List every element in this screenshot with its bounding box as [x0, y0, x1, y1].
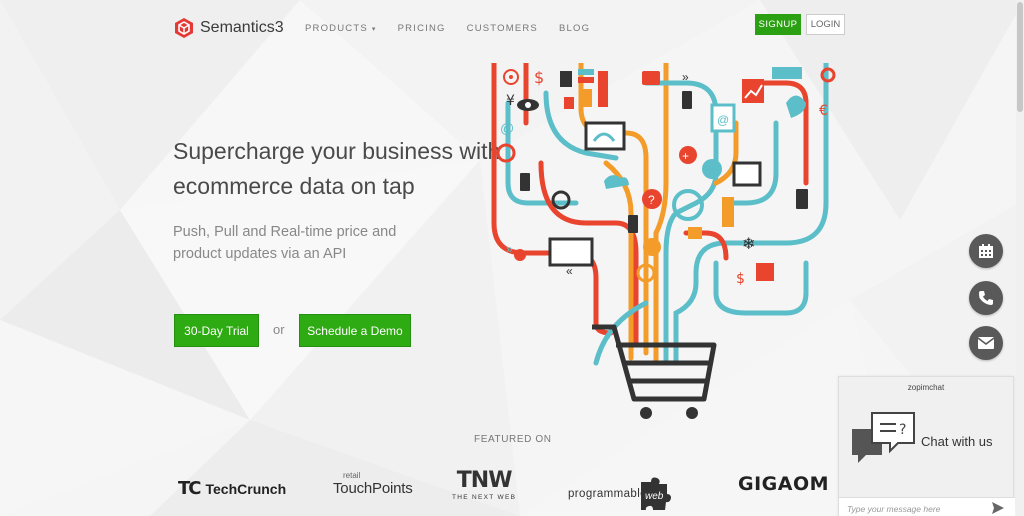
- svg-text:?: ?: [648, 193, 655, 207]
- tnw-sub: THE NEXT WEB: [452, 494, 517, 501]
- featured-label: FEATURED ON: [474, 434, 552, 445]
- mail-button[interactable]: [969, 326, 1003, 360]
- svg-text:?: ?: [899, 422, 906, 438]
- chat-message-input[interactable]: Type your message here: [839, 497, 1015, 516]
- svg-text:@: @: [500, 120, 514, 136]
- tnw-logo[interactable]: TNW THE NEXT WEB: [452, 468, 517, 502]
- techcrunch-word: TechCrunch: [205, 480, 287, 497]
- calendar-button[interactable]: [969, 234, 1003, 268]
- techcrunch-mark: TC: [178, 478, 201, 499]
- trial-button[interactable]: 30-Day Trial: [174, 314, 259, 347]
- phone-button[interactable]: [969, 281, 1003, 315]
- hero-title: Supercharge your business with ecommerce…: [173, 138, 501, 199]
- scrollbar-thumb[interactable]: [1017, 2, 1023, 112]
- signup-button[interactable]: SIGNUP: [755, 14, 801, 35]
- tnw-word: TNW: [456, 468, 513, 493]
- svg-text:«: «: [566, 264, 573, 278]
- puzzle-piece-icon: web: [640, 477, 671, 510]
- techcrunch-logo[interactable]: TC TechCrunch: [178, 478, 286, 499]
- or-separator: or: [273, 322, 285, 337]
- svg-text:€: €: [819, 103, 828, 119]
- nav-customers[interactable]: CUSTOMERS: [467, 23, 538, 34]
- svg-text:web: web: [645, 491, 664, 502]
- phone-icon: [979, 291, 993, 305]
- login-button[interactable]: LOGIN: [806, 14, 845, 35]
- svg-text:»: »: [506, 242, 513, 256]
- nav-products-label: PRODUCTS: [305, 23, 368, 34]
- programmableweb-word: programmable: [568, 488, 647, 500]
- chat-widget[interactable]: zopimchat ? Chat with us Type your messa…: [838, 376, 1015, 516]
- send-icon[interactable]: [992, 502, 1004, 514]
- nav-links: PRODUCTS ▾ PRICING CUSTOMERS BLOG: [305, 23, 611, 34]
- hero-subtitle: Push, Pull and Real-time price and produ…: [173, 224, 397, 262]
- svg-text:@: @: [717, 113, 729, 127]
- chat-label: Chat with us: [921, 434, 993, 449]
- gigaom-logo[interactable]: GIGAOM: [738, 473, 829, 495]
- data-funnel-illustration: $ » ¥ € @ + ? ❄ $ @ » «: [491, 63, 836, 419]
- nav-products[interactable]: PRODUCTS ▾: [305, 23, 377, 34]
- programmableweb-logo[interactable]: programmable web: [568, 476, 671, 512]
- calendar-icon: [979, 244, 993, 258]
- schedule-demo-button[interactable]: Schedule a Demo: [299, 314, 411, 347]
- svg-text:$: $: [534, 68, 544, 87]
- touchpoints-word: TouchPoints: [333, 480, 413, 497]
- top-nav: Semantics3 PRODUCTS ▾ PRICING CUSTOMERS …: [0, 0, 1016, 56]
- svg-text:$: $: [736, 271, 745, 287]
- chat-placeholder: Type your message here: [847, 504, 941, 514]
- semantics3-logo-icon: [175, 18, 193, 38]
- zopim-brand: zopimchat: [907, 383, 945, 392]
- nav-blog[interactable]: BLOG: [559, 23, 590, 34]
- logo-text: Semantics3: [200, 19, 284, 36]
- svg-text:»: »: [682, 70, 689, 84]
- shopping-cart: [592, 324, 717, 402]
- mail-icon: [978, 337, 994, 349]
- svg-text:¥: ¥: [506, 93, 515, 109]
- svg-text:+: +: [682, 149, 689, 163]
- chat-bubbles-icon: ?: [852, 412, 915, 463]
- touchpoints-logo[interactable]: retail TouchPoints: [333, 471, 413, 498]
- chevron-down-icon: ▾: [371, 25, 377, 33]
- nav-pricing[interactable]: PRICING: [398, 23, 446, 34]
- page-scrollbar[interactable]: [1016, 0, 1024, 516]
- logo[interactable]: Semantics3: [174, 17, 284, 39]
- touchpoints-retail: retail: [343, 471, 361, 480]
- svg-text:❄: ❄: [742, 236, 755, 253]
